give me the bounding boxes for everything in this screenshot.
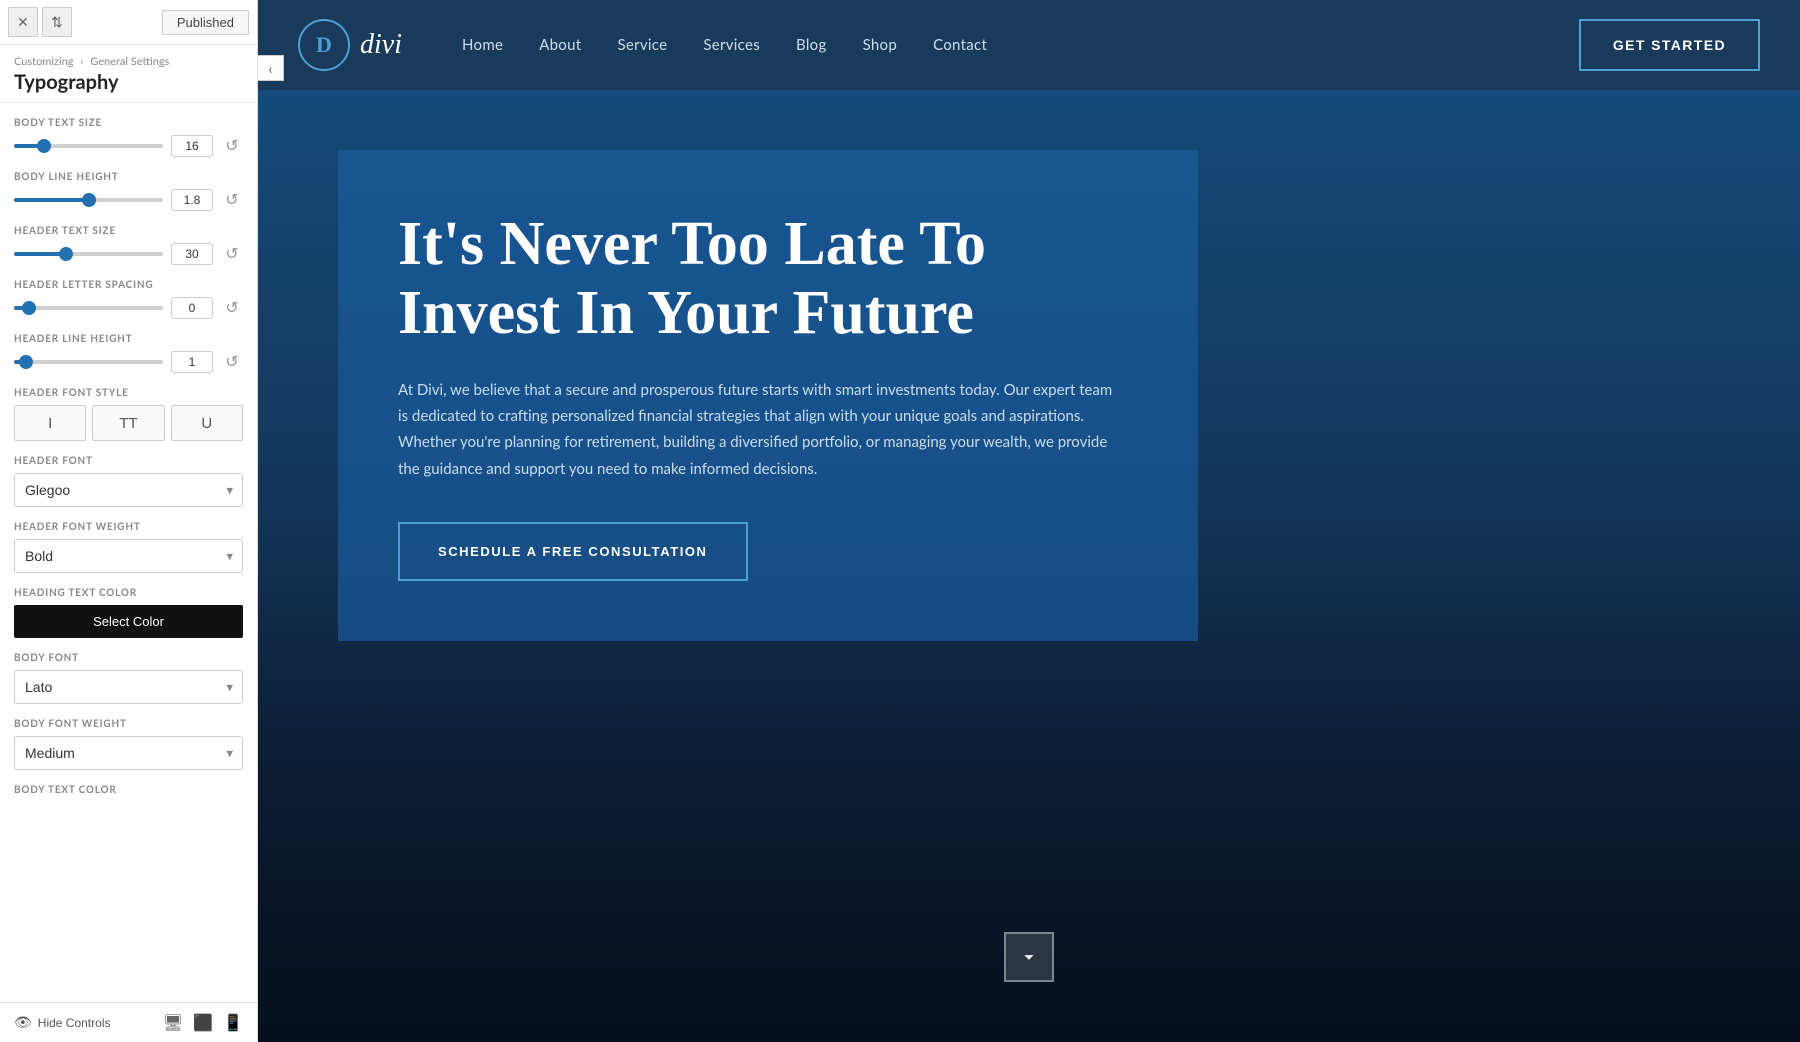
header-line-height-input[interactable] — [171, 351, 213, 373]
nav-link-about[interactable]: About — [539, 36, 581, 54]
header-text-size-row: ↺ — [14, 243, 243, 265]
site-nav: D divi Home About Service Services Blog … — [258, 0, 1800, 90]
body-line-height-reset[interactable]: ↺ — [221, 189, 243, 211]
header-font-style-row: I TT U — [14, 405, 243, 441]
panel-title: Typography — [14, 70, 243, 94]
header-text-size-reset[interactable]: ↺ — [221, 243, 243, 265]
nav-link-home[interactable]: Home — [462, 36, 503, 54]
logo-circle: D — [298, 19, 350, 71]
body-text-size-group: BODY TEXT SIZE ↺ — [14, 117, 243, 157]
close-button[interactable]: ✕ — [8, 7, 38, 37]
header-line-height-row: ↺ — [14, 351, 243, 373]
header-line-height-reset[interactable]: ↺ — [221, 351, 243, 373]
header-font-group: HEADER FONT Glegoo — [14, 455, 243, 507]
header-letter-spacing-track[interactable] — [14, 306, 163, 310]
italic-button[interactable]: I — [14, 405, 86, 441]
hero-heading: It's Never Too Late To Invest In Your Fu… — [398, 210, 1138, 349]
select-color-button[interactable]: Select Color — [14, 605, 243, 638]
header-font-select-wrapper: Glegoo — [14, 473, 243, 507]
body-text-size-input[interactable] — [171, 135, 213, 157]
nav-links: Home About Service Services Blog Shop Co… — [462, 36, 1579, 54]
header-text-size-label: HEADER TEXT SIZE — [14, 225, 243, 237]
header-text-size-track[interactable] — [14, 252, 163, 256]
published-button[interactable]: Published — [162, 10, 249, 35]
heading-text-color-group: HEADING TEXT COLOR Select Color — [14, 587, 243, 638]
right-panel: D divi Home About Service Services Blog … — [258, 0, 1800, 1042]
header-font-weight-group: HEADER FONT WEIGHT Bold — [14, 521, 243, 573]
site-logo: D divi — [298, 19, 402, 71]
header-text-size-group: HEADER TEXT SIZE ↺ — [14, 225, 243, 265]
body-text-color-group: BODY TEXT COLOR — [14, 784, 243, 796]
nav-link-contact[interactable]: Contact — [933, 36, 987, 54]
body-font-select[interactable]: Lato — [14, 670, 243, 704]
hero-body: At Divi, we believe that a secure and pr… — [398, 377, 1118, 482]
nav-link-shop[interactable]: Shop — [863, 36, 898, 54]
header-line-height-track[interactable] — [14, 360, 163, 364]
scroll-down-button[interactable] — [1004, 932, 1054, 982]
controls-area: BODY TEXT SIZE ↺ BODY LINE HEIGHT ↺ — [0, 103, 257, 1002]
sort-button[interactable]: ⇅ — [42, 7, 72, 37]
nav-link-services[interactable]: Services — [703, 36, 760, 54]
header-font-select[interactable]: Glegoo — [14, 473, 243, 507]
panel-back-arrow[interactable]: ‹ — [258, 55, 284, 81]
header-letter-spacing-group: HEADER LETTER SPACING ↺ — [14, 279, 243, 319]
header-letter-spacing-input[interactable] — [171, 297, 213, 319]
body-line-height-row: ↺ — [14, 189, 243, 211]
body-font-weight-label: BODY FONT WEIGHT — [14, 718, 243, 730]
tablet-icon[interactable]: ⬛ — [193, 1013, 213, 1032]
heading-text-color-label: HEADING TEXT COLOR — [14, 587, 243, 599]
body-font-weight-group: BODY FONT WEIGHT Medium — [14, 718, 243, 770]
hero-cta-button[interactable]: SCHEDULE A FREE CONSULTATION — [398, 522, 748, 581]
header-font-style-label: HEADER FONT STYLE — [14, 387, 243, 399]
header-font-label: HEADER FONT — [14, 455, 243, 467]
nav-cta-button[interactable]: GET STARTED — [1579, 19, 1760, 71]
logo-text: divi — [360, 29, 402, 61]
body-font-label: BODY FONT — [14, 652, 243, 664]
bold-tt-button[interactable]: TT — [92, 405, 164, 441]
body-text-size-reset[interactable]: ↺ — [221, 135, 243, 157]
breadcrumb-child: General Settings — [90, 55, 169, 68]
breadcrumb-parent[interactable]: Customizing — [14, 55, 73, 68]
header-line-height-group: HEADER LINE HEIGHT ↺ — [14, 333, 243, 373]
body-text-size-track[interactable] — [14, 144, 163, 148]
hide-controls-label: Hide Controls — [38, 1016, 111, 1030]
desktop-icon[interactable]: 🖥 — [163, 1013, 183, 1032]
header-font-weight-select[interactable]: Bold — [14, 539, 243, 573]
body-text-size-label: BODY TEXT SIZE — [14, 117, 243, 129]
nav-link-service[interactable]: Service — [617, 36, 667, 54]
eye-icon: 👁 — [14, 1014, 32, 1031]
body-font-weight-select[interactable]: Medium — [14, 736, 243, 770]
body-font-select-wrapper: Lato — [14, 670, 243, 704]
header-text-size-input[interactable] — [171, 243, 213, 265]
mobile-icon[interactable]: 📱 — [223, 1013, 243, 1032]
hero-section: It's Never Too Late To Invest In Your Fu… — [258, 90, 1800, 1042]
bottom-bar: 👁 Hide Controls 🖥 ⬛ 📱 — [0, 1002, 257, 1042]
hide-controls-button[interactable]: 👁 Hide Controls — [14, 1014, 110, 1031]
body-text-size-row: ↺ — [14, 135, 243, 157]
header-letter-spacing-reset[interactable]: ↺ — [221, 297, 243, 319]
header-line-height-label: HEADER LINE HEIGHT — [14, 333, 243, 345]
breadcrumb: Customizing › General Settings — [14, 55, 243, 68]
header-letter-spacing-label: HEADER LETTER SPACING — [14, 279, 243, 291]
chevron-down-icon — [1018, 946, 1040, 968]
body-text-color-label: BODY TEXT COLOR — [14, 784, 243, 796]
breadcrumb-separator: › — [80, 55, 83, 68]
hero-card: It's Never Too Late To Invest In Your Fu… — [338, 150, 1198, 641]
header-font-weight-label: HEADER FONT WEIGHT — [14, 521, 243, 533]
body-line-height-input[interactable] — [171, 189, 213, 211]
breadcrumb-area: Customizing › General Settings Typograph… — [0, 45, 257, 103]
header-letter-spacing-row: ↺ — [14, 297, 243, 319]
body-font-group: BODY FONT Lato — [14, 652, 243, 704]
body-line-height-group: BODY LINE HEIGHT ↺ — [14, 171, 243, 211]
header-font-style-group: HEADER FONT STYLE I TT U — [14, 387, 243, 441]
left-panel: ✕ ⇅ Published Customizing › General Sett… — [0, 0, 258, 1042]
underline-button[interactable]: U — [171, 405, 243, 441]
body-font-weight-select-wrapper: Medium — [14, 736, 243, 770]
top-bar: ✕ ⇅ Published — [0, 0, 257, 45]
body-line-height-track[interactable] — [14, 198, 163, 202]
body-line-height-label: BODY LINE HEIGHT — [14, 171, 243, 183]
header-font-weight-select-wrapper: Bold — [14, 539, 243, 573]
device-icons: 🖥 ⬛ 📱 — [163, 1013, 243, 1032]
nav-link-blog[interactable]: Blog — [796, 36, 827, 54]
